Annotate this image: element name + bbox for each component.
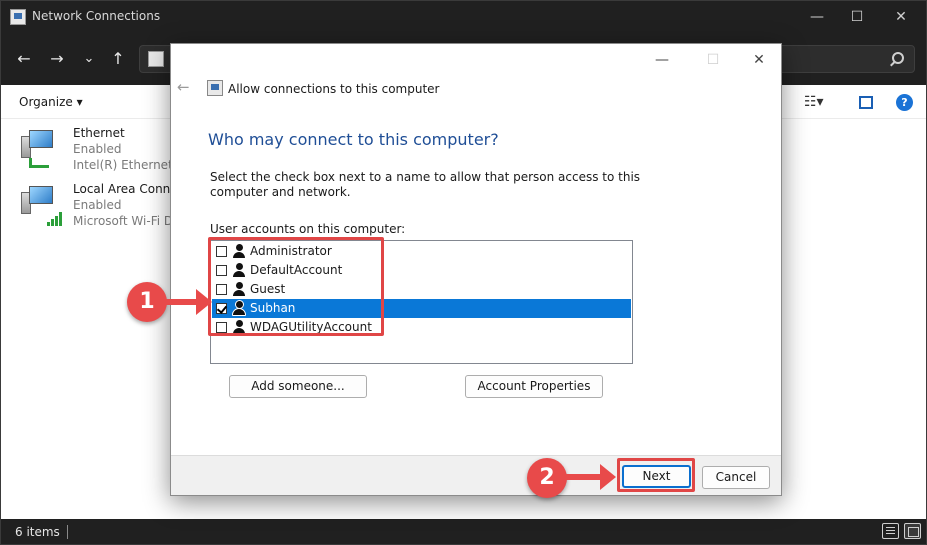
explorer-titlebar: Network Connections — ☐ ✕ xyxy=(1,1,926,33)
control-panel-icon xyxy=(148,51,164,67)
dialog-minimize-button[interactable]: — xyxy=(642,48,682,72)
explorer-title: Network Connections xyxy=(32,9,161,23)
minimize-button[interactable]: — xyxy=(797,5,837,29)
next-button-highlight xyxy=(617,458,695,492)
network-connections-app-icon xyxy=(10,9,26,25)
up-icon[interactable]: ↑ xyxy=(107,49,129,69)
connection-status: Enabled xyxy=(73,198,122,212)
item-count: 6 items xyxy=(15,525,60,539)
back-icon[interactable]: ← xyxy=(13,49,35,69)
connection-status: Enabled xyxy=(73,142,122,156)
user-checkboxes-highlight xyxy=(208,237,384,336)
ethernet-pc-icon xyxy=(21,130,55,158)
organize-button[interactable]: Organize ▾ xyxy=(19,95,83,109)
connection-ethernet[interactable]: Ethernet Enabled Intel(R) Ethernet Co xyxy=(19,126,179,178)
dialog-heading: Who may connect to this computer? xyxy=(208,130,499,149)
connection-name: Ethernet xyxy=(73,126,125,140)
connection-local-area[interactable]: Local Area Connec Enabled Microsoft Wi-F… xyxy=(19,182,184,234)
preview-pane-icon[interactable] xyxy=(859,96,873,109)
dialog-description: Select the check box next to a name to a… xyxy=(210,170,641,199)
forward-icon[interactable]: → xyxy=(46,49,68,69)
recent-locations-chevron-icon[interactable]: ⌄ xyxy=(78,49,100,69)
wifi-signal-icon xyxy=(47,212,63,226)
step-2-badge: 2 xyxy=(527,458,567,498)
dialog-maximize-button: ☐ xyxy=(706,52,720,68)
wifi-pc-icon xyxy=(21,186,55,214)
account-properties-button[interactable]: Account Properties xyxy=(465,375,603,398)
dialog-titlebar: — ☐ ✕ xyxy=(171,44,781,76)
help-icon[interactable]: ? xyxy=(896,94,913,111)
ethernet-cable-icon xyxy=(29,158,49,168)
search-icon xyxy=(892,52,904,64)
status-bar: 6 items xyxy=(1,519,926,544)
close-button[interactable]: ✕ xyxy=(881,5,921,29)
step-1-badge: 1 xyxy=(127,282,167,322)
dialog-back-arrow-icon[interactable]: ← xyxy=(177,79,193,95)
status-divider xyxy=(67,525,68,539)
details-view-icon[interactable] xyxy=(882,523,899,539)
user-accounts-label: User accounts on this computer: xyxy=(210,222,406,236)
change-view-icon[interactable]: ☷▾ xyxy=(804,95,824,109)
dialog-header-title: Allow connections to this computer xyxy=(228,82,440,96)
connection-adapter: Intel(R) Ethernet Co xyxy=(73,158,173,172)
maximize-button[interactable]: ☐ xyxy=(837,5,877,29)
network-connection-icon xyxy=(207,80,223,96)
step-1-arrow-icon xyxy=(166,289,212,315)
dialog-close-button[interactable]: ✕ xyxy=(739,48,779,72)
cancel-button[interactable]: Cancel xyxy=(702,466,770,489)
tiles-view-icon[interactable] xyxy=(904,523,921,539)
step-2-arrow-icon xyxy=(566,464,616,490)
add-someone-button[interactable]: Add someone... xyxy=(229,375,367,398)
connection-name: Local Area Connec xyxy=(73,182,185,196)
search-input[interactable] xyxy=(771,45,915,73)
connection-adapter: Microsoft Wi-Fi Di xyxy=(73,214,173,228)
